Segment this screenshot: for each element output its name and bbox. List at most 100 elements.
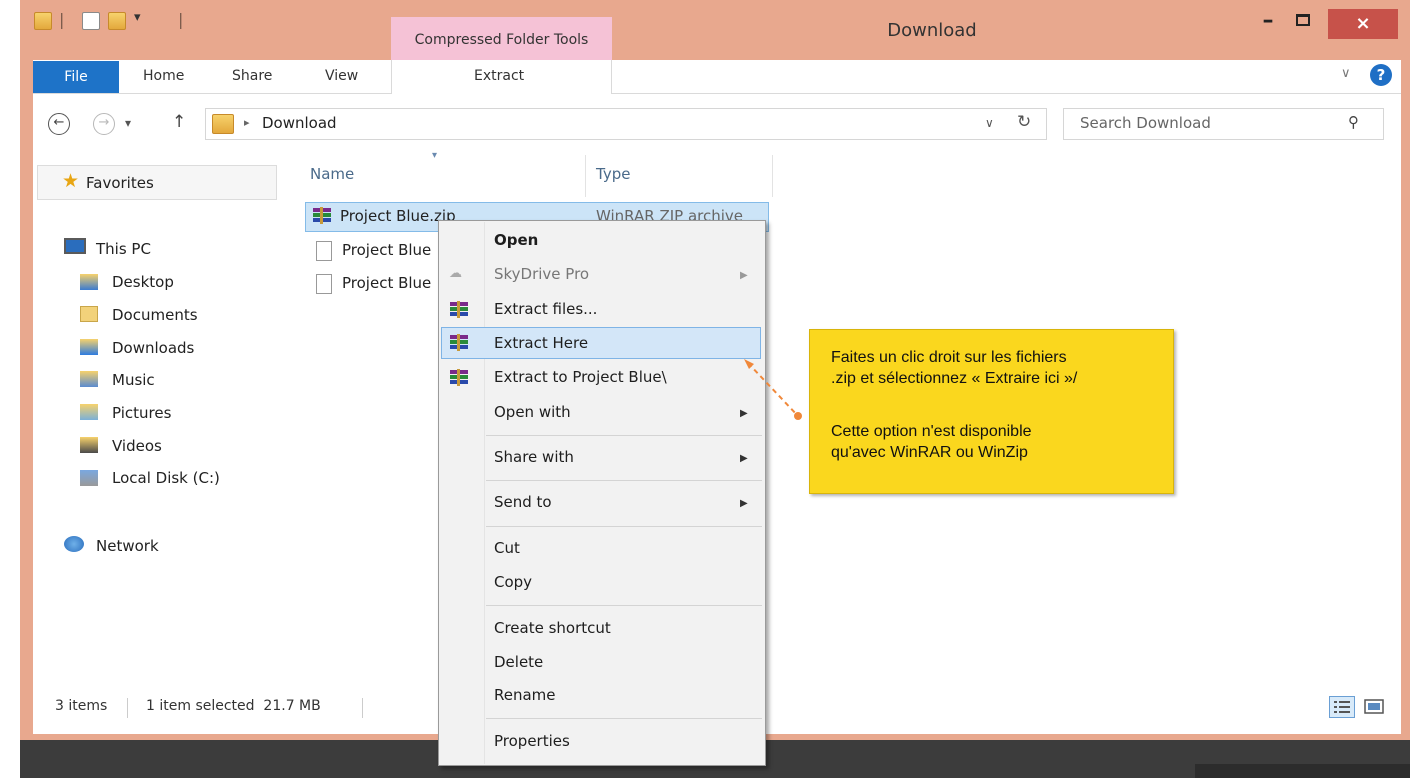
- menu-item-share-with[interactable]: Share with: [494, 448, 574, 466]
- folder-icon[interactable]: [34, 12, 52, 30]
- menu-item-cut[interactable]: Cut: [494, 539, 520, 557]
- sort-arrow-icon: ▾: [432, 150, 438, 161]
- menu-item-skydrive-pro[interactable]: SkyDrive Pro: [494, 265, 589, 283]
- back-button[interactable]: ←: [48, 113, 70, 135]
- pictures-folder-icon: [80, 404, 98, 420]
- properties-icon[interactable]: [82, 12, 100, 30]
- music-folder-icon: [80, 371, 98, 387]
- maximize-button[interactable]: [1288, 10, 1318, 36]
- minimize-button[interactable]: –: [1253, 10, 1283, 36]
- callout-line-4: qu'avec WinRAR ou WinZip: [831, 444, 1028, 461]
- file-icon: [316, 241, 332, 261]
- large-icons-view-button[interactable]: [1362, 696, 1386, 718]
- star-icon: ★: [62, 170, 80, 192]
- details-view-button[interactable]: [1329, 696, 1355, 718]
- nav-network[interactable]: Network: [96, 537, 159, 555]
- status-item-count: 3 items: [55, 698, 108, 714]
- menu-item-open[interactable]: Open: [494, 231, 538, 249]
- menu-item-extract-to[interactable]: Extract to Project Blue\: [494, 368, 667, 386]
- winrar-icon: [449, 368, 469, 392]
- menu-separator: [486, 526, 762, 527]
- column-divider[interactable]: [585, 155, 586, 197]
- nav-this-pc[interactable]: This PC: [96, 240, 151, 258]
- column-header-name[interactable]: Name: [310, 165, 354, 183]
- menu-item-open-with[interactable]: Open with: [494, 403, 571, 421]
- search-icon[interactable]: ⚲: [1348, 113, 1359, 131]
- nav-videos[interactable]: Videos: [112, 437, 162, 455]
- context-menu: [438, 220, 766, 766]
- taskbar-strip: [1195, 764, 1410, 778]
- column-header-type[interactable]: Type: [596, 165, 630, 183]
- breadcrumb-chevron-icon[interactable]: ▸: [244, 116, 250, 129]
- menu-item-highlight: [441, 327, 761, 359]
- large-icons-view-icon: [1364, 699, 1384, 714]
- downloads-folder-icon: [80, 339, 98, 355]
- nav-favorites[interactable]: Favorites: [86, 174, 154, 192]
- tab-share[interactable]: Share: [232, 68, 272, 84]
- menu-item-extract-files[interactable]: Extract files...: [494, 300, 597, 318]
- forward-button[interactable]: →: [93, 113, 115, 135]
- menu-icon-gutter: [484, 222, 485, 764]
- status-divider: [362, 698, 363, 718]
- address-dropdown-icon[interactable]: ∨: [985, 116, 994, 130]
- column-divider[interactable]: [772, 155, 773, 197]
- close-button[interactable]: ×: [1328, 9, 1398, 39]
- callout-line-3: Cette option n'est disponible: [831, 423, 1032, 440]
- qat-separator: |: [178, 10, 184, 29]
- menu-item-rename[interactable]: Rename: [494, 686, 556, 704]
- file-name[interactable]: Project Blue: [342, 274, 431, 292]
- recent-locations-icon[interactable]: ▾: [125, 116, 131, 130]
- tab-home[interactable]: Home: [143, 68, 184, 84]
- desktop-folder-icon: [80, 274, 98, 290]
- refresh-icon[interactable]: ↻: [1017, 112, 1031, 132]
- tab-view[interactable]: View: [325, 68, 358, 84]
- nav-pictures[interactable]: Pictures: [112, 404, 171, 422]
- nav-desktop[interactable]: Desktop: [112, 273, 174, 291]
- file-name[interactable]: Project Blue: [342, 241, 431, 259]
- status-selection: 1 item selected 21.7 MB: [146, 698, 321, 714]
- menu-item-extract-here[interactable]: Extract Here: [494, 334, 588, 352]
- network-icon: [64, 536, 84, 552]
- qat-customize-icon[interactable]: ▾: [134, 10, 141, 25]
- tab-file[interactable]: File: [33, 61, 119, 93]
- videos-folder-icon: [80, 437, 98, 453]
- callout-arrow: [744, 359, 802, 420]
- documents-folder-icon: [80, 306, 98, 322]
- local-disk-icon: [80, 470, 98, 486]
- folder-icon: [212, 114, 234, 134]
- up-button[interactable]: ↑: [172, 112, 186, 132]
- status-divider: [127, 698, 128, 718]
- ribbon-collapse-icon[interactable]: ∨: [1341, 66, 1351, 81]
- new-folder-icon[interactable]: [108, 12, 126, 30]
- maximize-icon: [1296, 14, 1310, 26]
- menu-item-create-shortcut[interactable]: Create shortcut: [494, 619, 611, 637]
- callout-line-2: .zip et sélectionnez « Extraire ici »/: [831, 370, 1078, 387]
- nav-local-disk[interactable]: Local Disk (C:): [112, 469, 220, 487]
- search-input[interactable]: Search Download: [1080, 114, 1211, 132]
- file-icon: [316, 274, 332, 294]
- computer-icon: [64, 238, 86, 254]
- callout-line-1: Faites un clic droit sur les fichiers: [831, 349, 1067, 366]
- contextual-tab-group-label: Compressed Folder Tools: [391, 17, 612, 60]
- tab-extract[interactable]: Extract: [474, 68, 524, 84]
- menu-separator: [486, 718, 762, 719]
- submenu-arrow-icon: ▶: [740, 453, 748, 464]
- menu-separator: [486, 480, 762, 481]
- qat-separator: |: [59, 10, 65, 29]
- help-icon[interactable]: ?: [1370, 64, 1392, 86]
- menu-item-copy[interactable]: Copy: [494, 573, 532, 591]
- winrar-icon: [312, 206, 332, 226]
- nav-music[interactable]: Music: [112, 371, 155, 389]
- menu-item-delete[interactable]: Delete: [494, 653, 543, 671]
- cloud-icon: ☁: [449, 266, 462, 281]
- winrar-icon: [449, 300, 469, 324]
- menu-item-send-to[interactable]: Send to: [494, 493, 552, 511]
- menu-item-properties[interactable]: Properties: [494, 732, 570, 750]
- winrar-icon: [449, 333, 469, 357]
- breadcrumb-download[interactable]: Download: [262, 114, 337, 132]
- submenu-arrow-icon: ▶: [740, 498, 748, 509]
- nav-downloads[interactable]: Downloads: [112, 339, 194, 357]
- window-title: Download: [887, 20, 977, 41]
- menu-separator: [486, 435, 762, 436]
- nav-documents[interactable]: Documents: [112, 306, 198, 324]
